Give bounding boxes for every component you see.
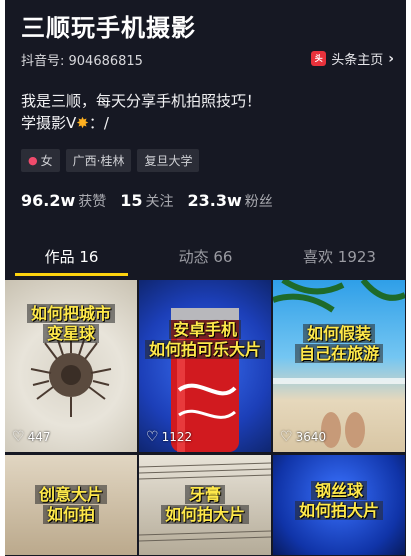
stat-likes-value: 96.2w: [21, 191, 76, 210]
bio-line-2-tail: ：/: [88, 114, 109, 132]
video-caption-line-2: 变星球: [42, 324, 99, 343]
sparkle-emoji-icon: ✸: [76, 114, 89, 132]
heart-outline-icon: ♡: [280, 429, 293, 445]
heart-outline-icon: ♡: [12, 429, 25, 445]
tag-gender-label: 女: [40, 154, 53, 168]
video-likes: ♡ 3640: [280, 429, 326, 445]
video-likes: ♡ 447: [12, 429, 50, 445]
tag-gender: ● 女: [21, 149, 60, 172]
tab-works[interactable]: 作品 16: [5, 238, 138, 276]
profile-stats: 96.2w 获赞 15 关注 23.3w 粉丝: [21, 191, 287, 211]
video-caption-line-2: 如何拍大片: [294, 501, 383, 520]
toutiao-link-label: 头条主页: [331, 53, 384, 68]
stat-likes[interactable]: 96.2w 获赞: [21, 191, 106, 211]
toutiao-home-link[interactable]: 头 头条主页 ›: [311, 49, 394, 68]
video-caption-line-2: 如何拍可乐大片: [144, 340, 265, 359]
video-caption: 安卓手机 如何拍可乐大片: [139, 320, 271, 360]
video-caption: 创意大片 如何拍: [5, 485, 137, 525]
stat-likes-label: 获赞: [78, 194, 107, 210]
video-caption-line-1: 如何把城市: [26, 304, 115, 323]
video-thumbnail[interactable]: 安卓手机 如何拍可乐大片 ♡ 1122: [139, 280, 271, 452]
tag-location-label: 广西·桂林: [72, 154, 125, 168]
tag-school: 复旦大学: [137, 149, 200, 172]
video-thumbnail[interactable]: 创意大片 如何拍: [5, 455, 137, 555]
video-caption-line-2: 自己在旅游: [294, 344, 383, 363]
cola-can-image: [171, 308, 239, 452]
video-caption: 如何假装 自己在旅游: [273, 324, 405, 364]
profile-tags: ● 女 广西·桂林 复旦大学: [21, 149, 200, 172]
video-caption-line-1: 如何假装: [302, 324, 375, 343]
video-grid: 如何把城市 变星球 ♡ 447 安卓手机 如何拍可乐大片 ♡ 1122 如何假装…: [5, 280, 406, 555]
tag-school-label: 复旦大学: [144, 154, 193, 168]
heart-outline-icon: ♡: [146, 429, 159, 445]
video-likes-count: 1122: [161, 430, 193, 444]
bio-line-2-text: 学摄影V: [21, 114, 77, 132]
chevron-right-icon: ›: [388, 50, 394, 67]
stat-following[interactable]: 15 关注: [120, 191, 173, 211]
video-thumbnail[interactable]: 牙膏 如何拍大片: [139, 455, 271, 555]
beach-image: [273, 280, 405, 448]
video-thumbnail[interactable]: 如何把城市 变星球 ♡ 447: [5, 280, 137, 452]
video-caption-line-1: 安卓手机: [168, 320, 241, 339]
stat-followers[interactable]: 23.3w 粉丝: [188, 191, 273, 211]
video-likes: ♡ 1122: [146, 429, 192, 445]
stat-followers-label: 粉丝: [244, 194, 273, 210]
video-caption: 如何把城市 变星球: [5, 304, 137, 344]
toutiao-logo-icon: 头: [311, 51, 327, 66]
bio-line-2: 学摄影V✸：/: [21, 112, 261, 134]
video-caption-line-1: 创意大片: [34, 485, 107, 504]
stat-followers-value: 23.3w: [187, 191, 242, 210]
video-caption: 牙膏 如何拍大片: [139, 485, 271, 525]
video-thumbnail[interactable]: 钢丝球 如何拍大片: [273, 455, 405, 555]
tab-dynamics[interactable]: 动态 66: [139, 238, 272, 276]
profile-screen: 三顺玩手机摄影 抖音号: 904686815 头 头条主页 › 我是三顺，每天分…: [5, 0, 406, 556]
video-caption-line-1: 钢丝球: [310, 481, 367, 500]
tab-liked[interactable]: 喜欢 1923: [273, 238, 406, 276]
bio-line-1: 我是三顺，每天分享手机拍照技巧！: [21, 92, 262, 110]
video-likes-count: 3640: [295, 430, 327, 444]
profile-bio: 我是三顺，每天分享手机拍照技巧！ 学摄影V✸：/: [21, 90, 261, 134]
video-thumbnail[interactable]: 如何假装 自己在旅游 ♡ 3640: [273, 280, 405, 452]
video-caption-line-2: 如何拍: [42, 505, 99, 524]
video-caption-line-2: 如何拍大片: [160, 505, 249, 524]
tag-location: 广西·桂林: [65, 149, 132, 172]
stat-following-label: 关注: [145, 194, 174, 210]
video-caption-line-1: 牙膏: [184, 485, 225, 504]
douyin-id: 抖音号: 904686815: [21, 54, 143, 69]
video-caption: 钢丝球 如何拍大片: [273, 481, 405, 521]
stat-following-value: 15: [120, 191, 143, 210]
profile-name: 三顺玩手机摄影: [21, 14, 196, 42]
profile-tabs: 作品 16 动态 66 喜欢 1923: [5, 238, 406, 276]
video-likes-count: 447: [27, 430, 51, 444]
female-icon: ●: [28, 154, 38, 167]
